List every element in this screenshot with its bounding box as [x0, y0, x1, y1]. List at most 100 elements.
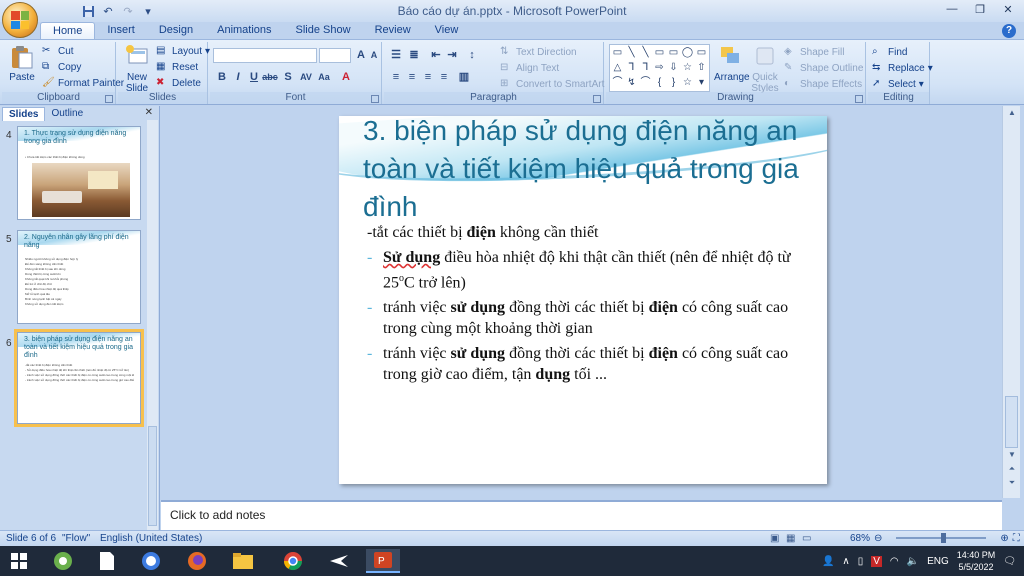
- zoom-in-icon[interactable]: ⊕: [1000, 533, 1008, 544]
- browser-icon[interactable]: [134, 549, 168, 573]
- zoom-out-icon[interactable]: ⊖: [874, 533, 882, 544]
- cut-button[interactable]: ✂ Cut: [42, 45, 74, 57]
- tab-outline[interactable]: Outline: [45, 107, 89, 121]
- font-name-combo[interactable]: [213, 48, 317, 63]
- font-dialog-launcher[interactable]: [371, 95, 379, 103]
- wifi-icon[interactable]: ◠: [890, 556, 899, 567]
- zoom-slider-knob[interactable]: [941, 533, 947, 543]
- italic-button[interactable]: I: [230, 70, 246, 85]
- increase-indent-icon[interactable]: ⇥: [444, 48, 460, 63]
- coccoc-browser-icon[interactable]: [46, 549, 80, 573]
- fit-to-window-icon[interactable]: ⛶: [1013, 533, 1020, 544]
- shapes-gallery[interactable]: ▭ ╲ ╲ ▭ ▭ ◯ ▭ △ ⅂ ⅂ ⇨ ⇩ ☆ ⇧ ⌒ ↯ ⌒{} ☆ ▾: [609, 44, 710, 92]
- vertical-scrollbar[interactable]: ▲ ▼ ⏶ ⏷: [1002, 106, 1020, 498]
- paste-button[interactable]: Paste: [6, 44, 38, 83]
- normal-view-icon[interactable]: ▣: [770, 533, 779, 544]
- decrease-indent-icon[interactable]: ⇤: [428, 48, 444, 63]
- copy-button[interactable]: ⧉ Copy: [42, 61, 81, 73]
- restore-icon[interactable]: ❐: [966, 0, 994, 18]
- people-icon[interactable]: 👤: [822, 556, 834, 567]
- numbering-icon[interactable]: ≣: [406, 48, 422, 63]
- scroll-up-icon[interactable]: ▲: [1005, 108, 1019, 122]
- slide-body[interactable]: -tắt các thiết bị điện không cần thiết -…: [367, 222, 807, 389]
- zoom-level[interactable]: 68%: [850, 533, 870, 544]
- layout-button[interactable]: ▤ Layout ▾: [156, 45, 210, 57]
- line-spacing-icon[interactable]: ↕: [464, 48, 480, 63]
- tab-slides[interactable]: Slides: [2, 107, 46, 121]
- tab-insert[interactable]: Insert: [95, 22, 147, 40]
- previous-slide-icon[interactable]: ⏶: [1005, 464, 1019, 474]
- text-shadow-button[interactable]: S: [280, 70, 296, 85]
- align-text-button[interactable]: ⊟ Align Text: [500, 62, 559, 74]
- shape-outline-button[interactable]: ✎ Shape Outline: [784, 62, 863, 74]
- scroll-thumb[interactable]: [1005, 396, 1018, 448]
- vpn-icon[interactable]: V: [871, 555, 882, 567]
- close-icon[interactable]: ✕: [994, 0, 1022, 18]
- find-button[interactable]: ⌕ Find: [872, 46, 907, 58]
- clipboard-dialog-launcher[interactable]: [105, 95, 113, 103]
- input-language[interactable]: ENG: [927, 556, 949, 567]
- paragraph-dialog-launcher[interactable]: [593, 95, 601, 103]
- slide-sorter-icon[interactable]: ▦: [786, 533, 795, 544]
- font-size-combo[interactable]: [319, 48, 351, 63]
- quick-styles-button[interactable]: Quick Styles: [750, 44, 780, 94]
- shape-effects-button[interactable]: ◐ Shape Effects: [784, 78, 862, 90]
- volume-icon[interactable]: 🔈: [907, 556, 919, 567]
- file-icon[interactable]: [90, 549, 124, 573]
- powerpoint-taskbar-icon[interactable]: P: [366, 549, 400, 573]
- arrange-button[interactable]: Arrange: [714, 44, 750, 83]
- capcut-icon[interactable]: [322, 549, 356, 573]
- network-icon[interactable]: ▯: [858, 556, 864, 567]
- format-painter-button[interactable]: 🖌 Format Painter: [42, 77, 124, 89]
- convert-smartart-button[interactable]: ⊞ Convert to SmartArt: [500, 78, 604, 90]
- notifications-icon[interactable]: 🗨: [1003, 556, 1016, 567]
- reset-button[interactable]: ▦ Reset: [156, 61, 198, 73]
- slide-thumbnail[interactable]: 2. Nguyên nhân gây lãng phí điện năng Nh…: [17, 230, 141, 324]
- slide-thumbnail-selected[interactable]: 3. biện pháp sử dụng điện năng an toàn v…: [14, 329, 144, 427]
- strikethrough-button[interactable]: abc: [262, 70, 278, 85]
- bold-button[interactable]: B: [214, 70, 230, 85]
- tab-review[interactable]: Review: [363, 22, 423, 40]
- notes-pane[interactable]: Click to add notes: [161, 500, 1002, 530]
- tab-animations[interactable]: Animations: [205, 22, 283, 40]
- close-icon[interactable]: ✕: [145, 107, 153, 118]
- change-case-button[interactable]: Aa: [316, 70, 332, 85]
- align-right-icon[interactable]: ≡: [420, 70, 436, 85]
- character-spacing-button[interactable]: AV: [298, 70, 314, 85]
- justify-icon[interactable]: ≡: [436, 70, 452, 85]
- select-button[interactable]: ➚ Select ▾: [872, 78, 924, 90]
- file-explorer-icon[interactable]: [226, 549, 260, 573]
- shrink-font-icon[interactable]: A: [366, 48, 382, 63]
- slide-canvas[interactable]: 3. biện pháp sử dụng điện năng an toàn v…: [339, 116, 827, 484]
- chrome-icon[interactable]: [276, 549, 310, 573]
- slide-thumbnail[interactable]: 1. Thực trạng sử dụng điện năng trong gi…: [17, 126, 141, 220]
- bullets-icon[interactable]: ☰: [388, 48, 404, 63]
- align-left-icon[interactable]: ≡: [388, 70, 404, 85]
- firefox-icon[interactable]: [180, 549, 214, 573]
- panel-scrollbar[interactable]: [147, 120, 158, 530]
- scroll-thumb[interactable]: [148, 426, 157, 526]
- minimize-icon[interactable]: —: [938, 0, 966, 18]
- columns-icon[interactable]: ▥: [456, 70, 472, 85]
- drawing-dialog-launcher[interactable]: [855, 95, 863, 103]
- text-direction-button[interactable]: ⇅ Text Direction: [500, 46, 577, 58]
- replace-button[interactable]: ⇆ Replace ▾: [872, 62, 933, 74]
- clock[interactable]: 14:40 PM 5/5/2022: [957, 549, 996, 573]
- show-hidden-icons[interactable]: ∧: [842, 556, 849, 567]
- slide-show-icon[interactable]: ▭: [802, 533, 811, 544]
- shape-fill-button[interactable]: ◈ Shape Fill: [784, 46, 844, 58]
- language-status[interactable]: English (United States): [100, 533, 202, 544]
- windows-start-icon[interactable]: [2, 549, 36, 573]
- delete-button[interactable]: ✖ Delete: [156, 77, 201, 89]
- tab-slide-show[interactable]: Slide Show: [284, 22, 363, 40]
- tab-view[interactable]: View: [423, 22, 471, 40]
- office-button[interactable]: [2, 2, 38, 38]
- new-slide-button[interactable]: New Slide: [120, 44, 154, 94]
- scroll-down-icon[interactable]: ▼: [1005, 450, 1019, 464]
- align-center-icon[interactable]: ≡: [404, 70, 420, 85]
- zoom-slider[interactable]: [886, 532, 996, 544]
- underline-button[interactable]: U: [246, 70, 262, 85]
- next-slide-icon[interactable]: ⏷: [1005, 478, 1019, 488]
- tab-design[interactable]: Design: [147, 22, 205, 40]
- slide-title[interactable]: 3. biện pháp sử dụng điện năng an toàn v…: [363, 116, 813, 226]
